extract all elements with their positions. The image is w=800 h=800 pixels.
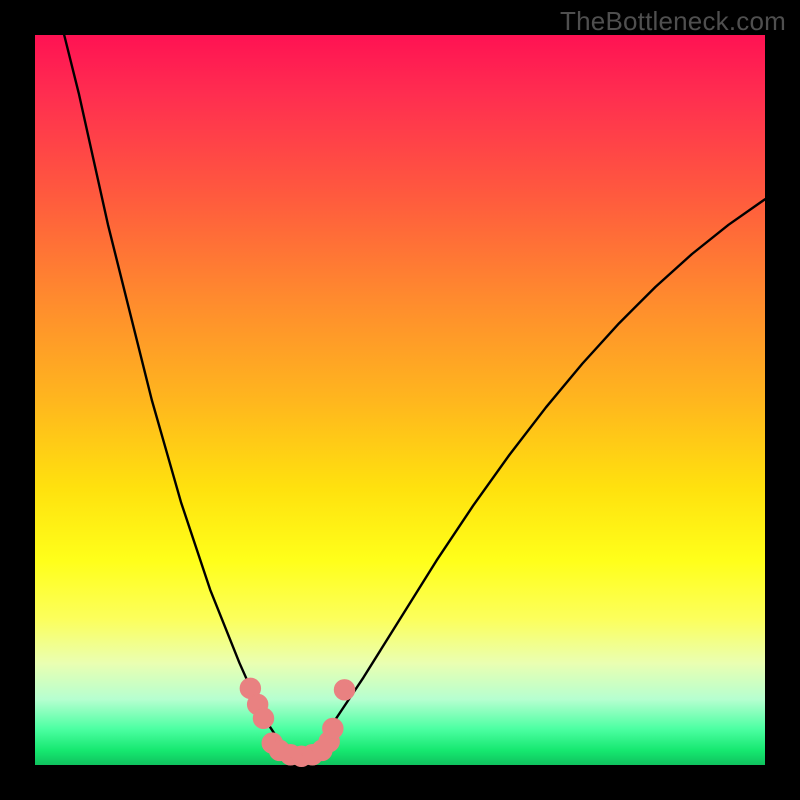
marker-point — [253, 708, 273, 728]
marker-point — [323, 718, 343, 738]
curve-left-branch — [64, 35, 298, 756]
plot-overlay-svg — [35, 35, 765, 765]
marker-point — [334, 680, 354, 700]
curve-right-branch — [298, 199, 765, 756]
chart-frame: TheBottleneck.com — [0, 0, 800, 800]
watermark-text: TheBottleneck.com — [560, 6, 786, 37]
